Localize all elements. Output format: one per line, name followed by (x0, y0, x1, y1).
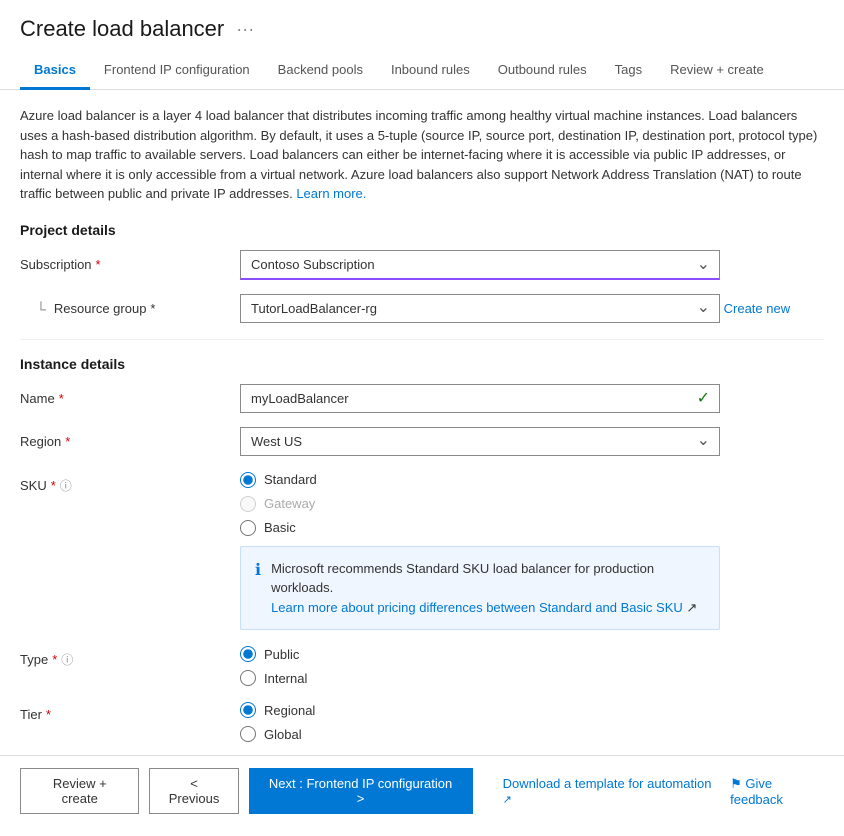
sku-basic-radio[interactable] (240, 520, 256, 536)
name-input-wrapper: ✓ (240, 384, 720, 413)
give-feedback-link[interactable]: ⚑ Give feedback (730, 776, 824, 807)
tier-regional-label: Regional (264, 703, 315, 718)
name-row: Name * ✓ (20, 384, 824, 413)
resource-group-label: Resource group * (20, 294, 240, 317)
tab-backend-pools[interactable]: Backend pools (264, 52, 377, 90)
description-text: Azure load balancer is a layer 4 load ba… (20, 106, 824, 204)
sku-gateway[interactable]: Gateway (240, 496, 824, 512)
next-button[interactable]: Next : Frontend IP configuration > (249, 768, 473, 814)
type-info-icon[interactable]: ⓘ (61, 651, 73, 668)
project-details-title: Project details (20, 222, 824, 238)
region-row: Region * West US (20, 427, 824, 456)
name-input[interactable] (240, 384, 720, 413)
tier-global[interactable]: Global (240, 726, 824, 742)
type-public-label: Public (264, 647, 299, 662)
sku-standard-label: Standard (264, 472, 317, 487)
name-control: ✓ (240, 384, 824, 413)
sku-row: SKU * ⓘ Standard Gateway Basic ℹ (20, 470, 824, 631)
subscription-required: * (96, 257, 101, 272)
download-icon: ↗ (503, 794, 512, 806)
type-row: Type * ⓘ Public Internal (20, 644, 824, 686)
tier-regional[interactable]: Regional (240, 702, 824, 718)
tier-regional-radio[interactable] (240, 702, 256, 718)
footer-links: Download a template for automation ↗ ⚑ G… (503, 776, 824, 807)
sku-info-box: ℹ Microsoft recommends Standard SKU load… (240, 546, 720, 631)
type-public[interactable]: Public (240, 646, 824, 662)
create-new-link[interactable]: Create new (724, 301, 790, 316)
external-link-icon: ↗ (686, 600, 697, 615)
sku-basic-label: Basic (264, 520, 296, 535)
resource-group-select[interactable]: TutorLoadBalancer-rg (240, 294, 720, 323)
tier-label: Tier * (20, 700, 240, 722)
type-public-radio[interactable] (240, 646, 256, 662)
footer-bar: Review + create < Previous Next : Fronte… (0, 755, 844, 826)
type-control: Public Internal (240, 644, 824, 686)
subscription-control: Contoso Subscription (240, 250, 824, 280)
sku-label: SKU * ⓘ (20, 470, 240, 494)
tab-inbound-rules[interactable]: Inbound rules (377, 52, 484, 90)
tier-required: * (46, 707, 51, 722)
subscription-select-wrapper: Contoso Subscription (240, 250, 720, 280)
region-select-wrapper: West US (240, 427, 720, 456)
download-template-link[interactable]: Download a template for automation ↗ (503, 776, 715, 806)
region-required: * (65, 434, 70, 449)
content-area: Azure load balancer is a layer 4 load ba… (0, 90, 844, 836)
learn-more-link[interactable]: Learn more. (296, 186, 366, 201)
type-internal-label: Internal (264, 671, 307, 686)
sku-info-link[interactable]: Learn more about pricing differences bet… (271, 600, 683, 615)
resource-group-control: TutorLoadBalancer-rg Create new (240, 294, 824, 323)
type-required: * (52, 652, 57, 667)
previous-button[interactable]: < Previous (149, 768, 238, 814)
resource-group-row: Resource group * TutorLoadBalancer-rg Cr… (20, 294, 824, 323)
sku-info-icon[interactable]: ⓘ (60, 477, 72, 494)
tab-tags[interactable]: Tags (601, 52, 656, 90)
subscription-row: Subscription * Contoso Subscription (20, 250, 824, 280)
region-label: Region * (20, 427, 240, 449)
subscription-label: Subscription * (20, 250, 240, 272)
sku-required: * (51, 478, 56, 493)
type-radio-group: Public Internal (240, 646, 824, 686)
tab-outbound-rules[interactable]: Outbound rules (484, 52, 601, 90)
sku-radio-group: Standard Gateway Basic (240, 472, 824, 536)
sku-info-text: Microsoft recommends Standard SKU load b… (271, 559, 705, 618)
tier-radio-group: Regional Global (240, 702, 824, 742)
review-create-button[interactable]: Review + create (20, 768, 139, 814)
tab-review-create[interactable]: Review + create (656, 52, 778, 90)
tab-frontend-ip[interactable]: Frontend IP configuration (90, 52, 264, 90)
tier-global-radio[interactable] (240, 726, 256, 742)
divider (20, 339, 824, 340)
name-required: * (59, 391, 64, 406)
region-select[interactable]: West US (240, 427, 720, 456)
nav-tabs: Basics Frontend IP configuration Backend… (0, 52, 844, 90)
subscription-select[interactable]: Contoso Subscription (240, 250, 720, 280)
resource-group-select-wrapper: TutorLoadBalancer-rg (240, 294, 720, 323)
instance-details-title: Instance details (20, 356, 824, 372)
tab-basics[interactable]: Basics (20, 52, 90, 90)
sku-gateway-label: Gateway (264, 496, 315, 511)
feedback-icon: ⚑ (730, 776, 742, 791)
region-control: West US (240, 427, 824, 456)
sku-basic[interactable]: Basic (240, 520, 824, 536)
info-icon: ℹ (255, 560, 261, 618)
tier-row: Tier * Regional Global (20, 700, 824, 742)
page-header: Create load balancer ··· (0, 0, 844, 42)
type-label: Type * ⓘ (20, 644, 240, 668)
sku-standard[interactable]: Standard (240, 472, 824, 488)
tier-control: Regional Global (240, 700, 824, 742)
name-check-icon: ✓ (697, 388, 710, 408)
type-internal-radio[interactable] (240, 670, 256, 686)
sku-gateway-radio[interactable] (240, 496, 256, 512)
page-title-ellipsis: ··· (236, 19, 254, 40)
tier-global-label: Global (264, 727, 302, 742)
page-title: Create load balancer (20, 16, 224, 42)
sku-standard-radio[interactable] (240, 472, 256, 488)
type-internal[interactable]: Internal (240, 670, 824, 686)
name-label: Name * (20, 384, 240, 406)
sku-control: Standard Gateway Basic ℹ Microsoft recom… (240, 470, 824, 631)
resource-group-required: * (150, 301, 155, 316)
